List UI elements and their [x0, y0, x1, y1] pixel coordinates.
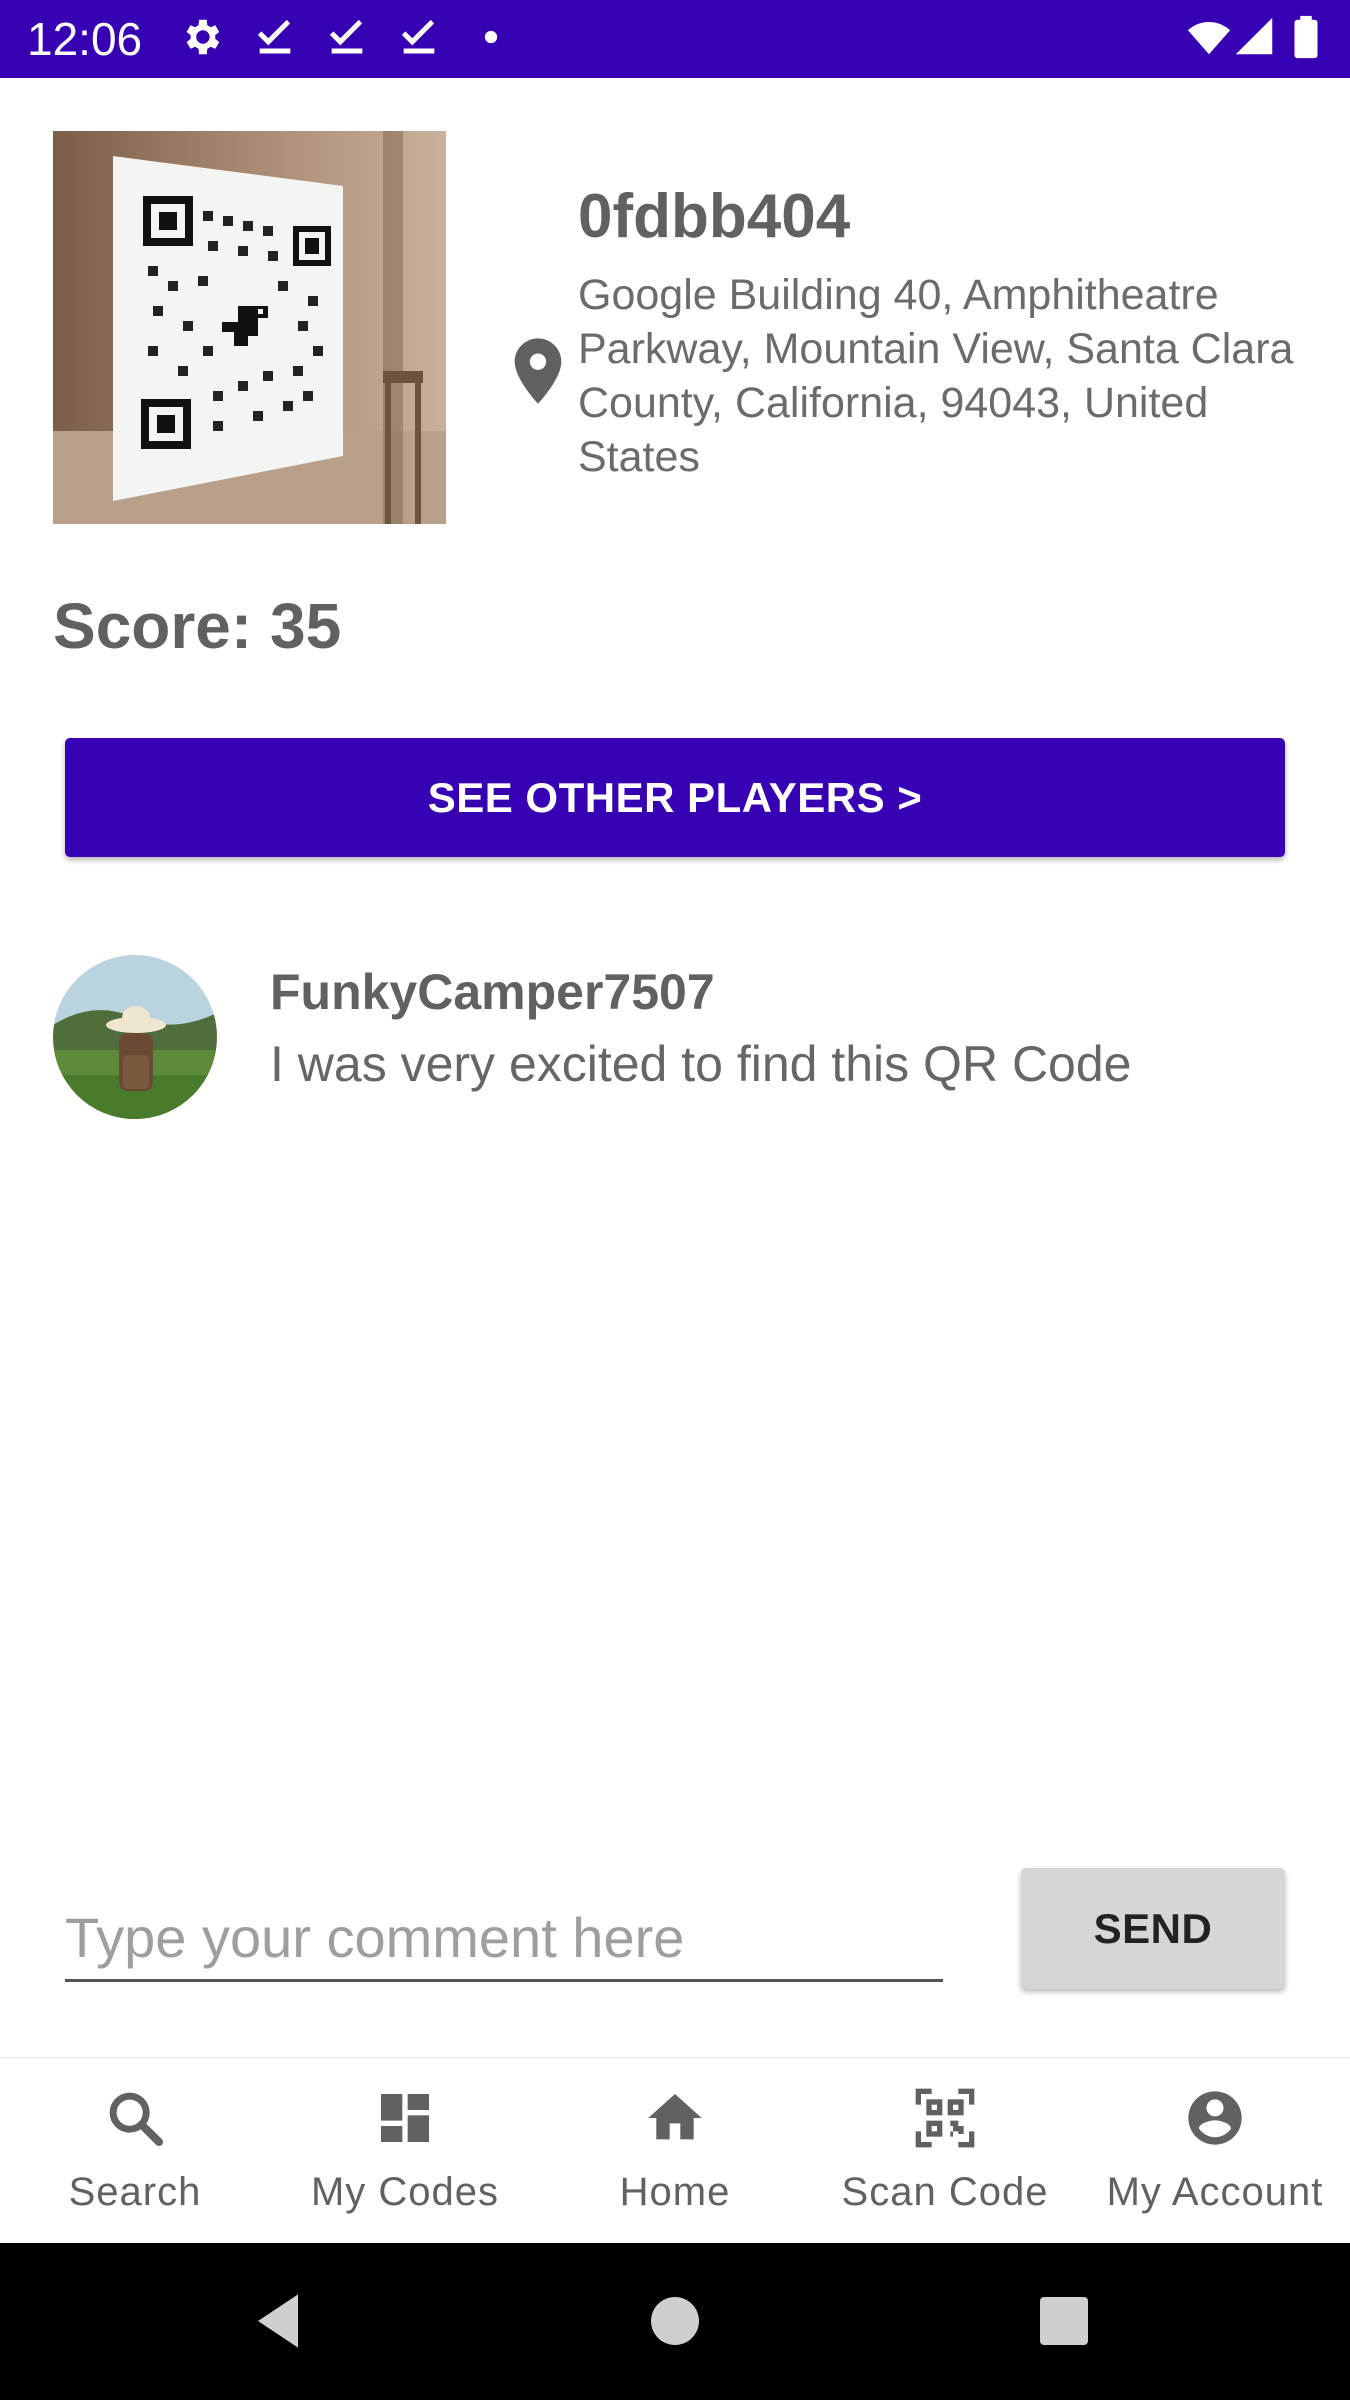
recents-icon[interactable]: [1032, 2289, 1096, 2353]
account-icon: [1183, 2086, 1247, 2150]
comment-username: FunkyCamper7507: [270, 964, 715, 1020]
map-pin-icon: [510, 336, 566, 406]
send-button[interactable]: SEND: [1021, 1868, 1285, 1989]
back-icon[interactable]: [250, 2289, 314, 2353]
dashboard-icon: [373, 2086, 437, 2150]
score-label: Score:: [53, 590, 253, 662]
nav-item-my-account[interactable]: My Account: [1080, 2058, 1350, 2244]
nav-item-scan-code[interactable]: Scan Code: [810, 2058, 1080, 2244]
nav-label-home: Home: [619, 2170, 731, 2214]
nav-label-my-account: My Account: [1106, 2170, 1324, 2214]
dot-icon: [468, 14, 514, 60]
comment-text: I was very excited to find this QR Code: [270, 1036, 1132, 1092]
status-time: 12:06: [27, 13, 143, 65]
check-download-icon: [252, 14, 298, 60]
bottom-navigation: Search My Codes Home Scan Code My Accoun…: [0, 2057, 1350, 2244]
battery-icon: [1288, 14, 1324, 60]
see-other-players-button[interactable]: SEE OTHER PLAYERS >: [65, 738, 1285, 857]
signal-icon: [1232, 14, 1278, 60]
check-download-icon: [324, 14, 370, 60]
qr-code-photo: [53, 131, 446, 524]
user-avatar: [53, 955, 217, 1119]
comment-input[interactable]: [65, 1895, 943, 1982]
home-icon: [643, 2086, 707, 2150]
wifi-icon: [1182, 14, 1236, 60]
search-icon: [103, 2086, 167, 2150]
home-circle-icon[interactable]: [643, 2289, 707, 2353]
system-navigation-bar: [0, 2243, 1350, 2400]
score: Score: 35: [53, 590, 341, 662]
check-download-icon: [396, 14, 442, 60]
score-value: 35: [269, 590, 342, 662]
qr-scan-icon: [913, 2086, 977, 2150]
nav-item-search[interactable]: Search: [0, 2058, 270, 2244]
nav-item-my-codes[interactable]: My Codes: [270, 2058, 540, 2244]
nav-label-scan-code: Scan Code: [841, 2170, 1049, 2214]
gear-icon: [178, 14, 224, 60]
nav-label-search: Search: [68, 2170, 202, 2214]
qr-code-id: 0fdbb404: [578, 182, 851, 251]
status-bar: 12:06: [0, 0, 1350, 78]
qr-address: Google Building 40, Amphitheatre Parkway…: [578, 271, 1294, 481]
nav-item-home[interactable]: Home: [540, 2058, 810, 2244]
nav-label-my-codes: My Codes: [310, 2170, 500, 2214]
